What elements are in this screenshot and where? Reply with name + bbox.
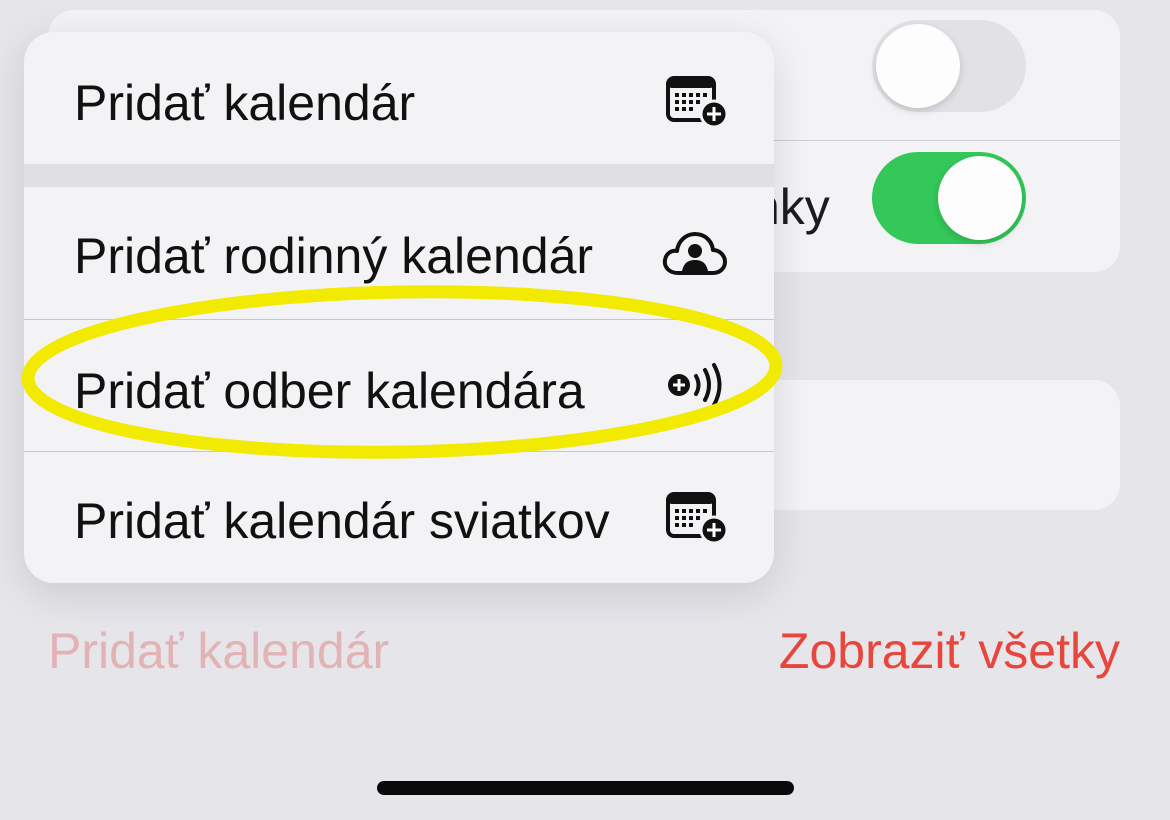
add-calendar-link[interactable]: Pridať kalendár xyxy=(48,622,389,680)
toggle-switch-on[interactable] xyxy=(872,152,1026,244)
cloud-person-icon xyxy=(662,231,728,282)
toggle-switch-off[interactable] xyxy=(872,20,1026,112)
menu-section-separator xyxy=(24,164,774,187)
menu-item-add-family-calendar[interactable]: Pridať rodinný kalendár xyxy=(24,187,774,319)
show-all-link[interactable]: Zobraziť všetky xyxy=(779,622,1120,680)
menu-item-label: Pridať odber kalendára xyxy=(74,363,585,419)
menu-item-label: Pridať kalendár xyxy=(74,75,416,131)
subscribe-broadcast-icon xyxy=(666,362,728,413)
menu-item-add-holiday-calendar[interactable]: Pridať kalendár sviatkov xyxy=(24,452,774,583)
add-calendar-menu: Pridať kalendár Pridať rodinný kalendár xyxy=(24,32,774,583)
home-indicator[interactable] xyxy=(377,781,794,795)
calendar-add-icon xyxy=(666,76,729,133)
calendar-add-icon xyxy=(666,492,729,549)
menu-item-label: Pridať rodinný kalendár xyxy=(74,228,594,284)
toggle-knob xyxy=(938,156,1022,240)
menu-item-add-calendar-subscription[interactable]: Pridať odber kalendára xyxy=(24,320,774,451)
menu-item-label: Pridať kalendár sviatkov xyxy=(74,493,610,549)
menu-item-add-calendar[interactable]: Pridať kalendár xyxy=(24,32,774,164)
toggle-knob xyxy=(876,24,960,108)
